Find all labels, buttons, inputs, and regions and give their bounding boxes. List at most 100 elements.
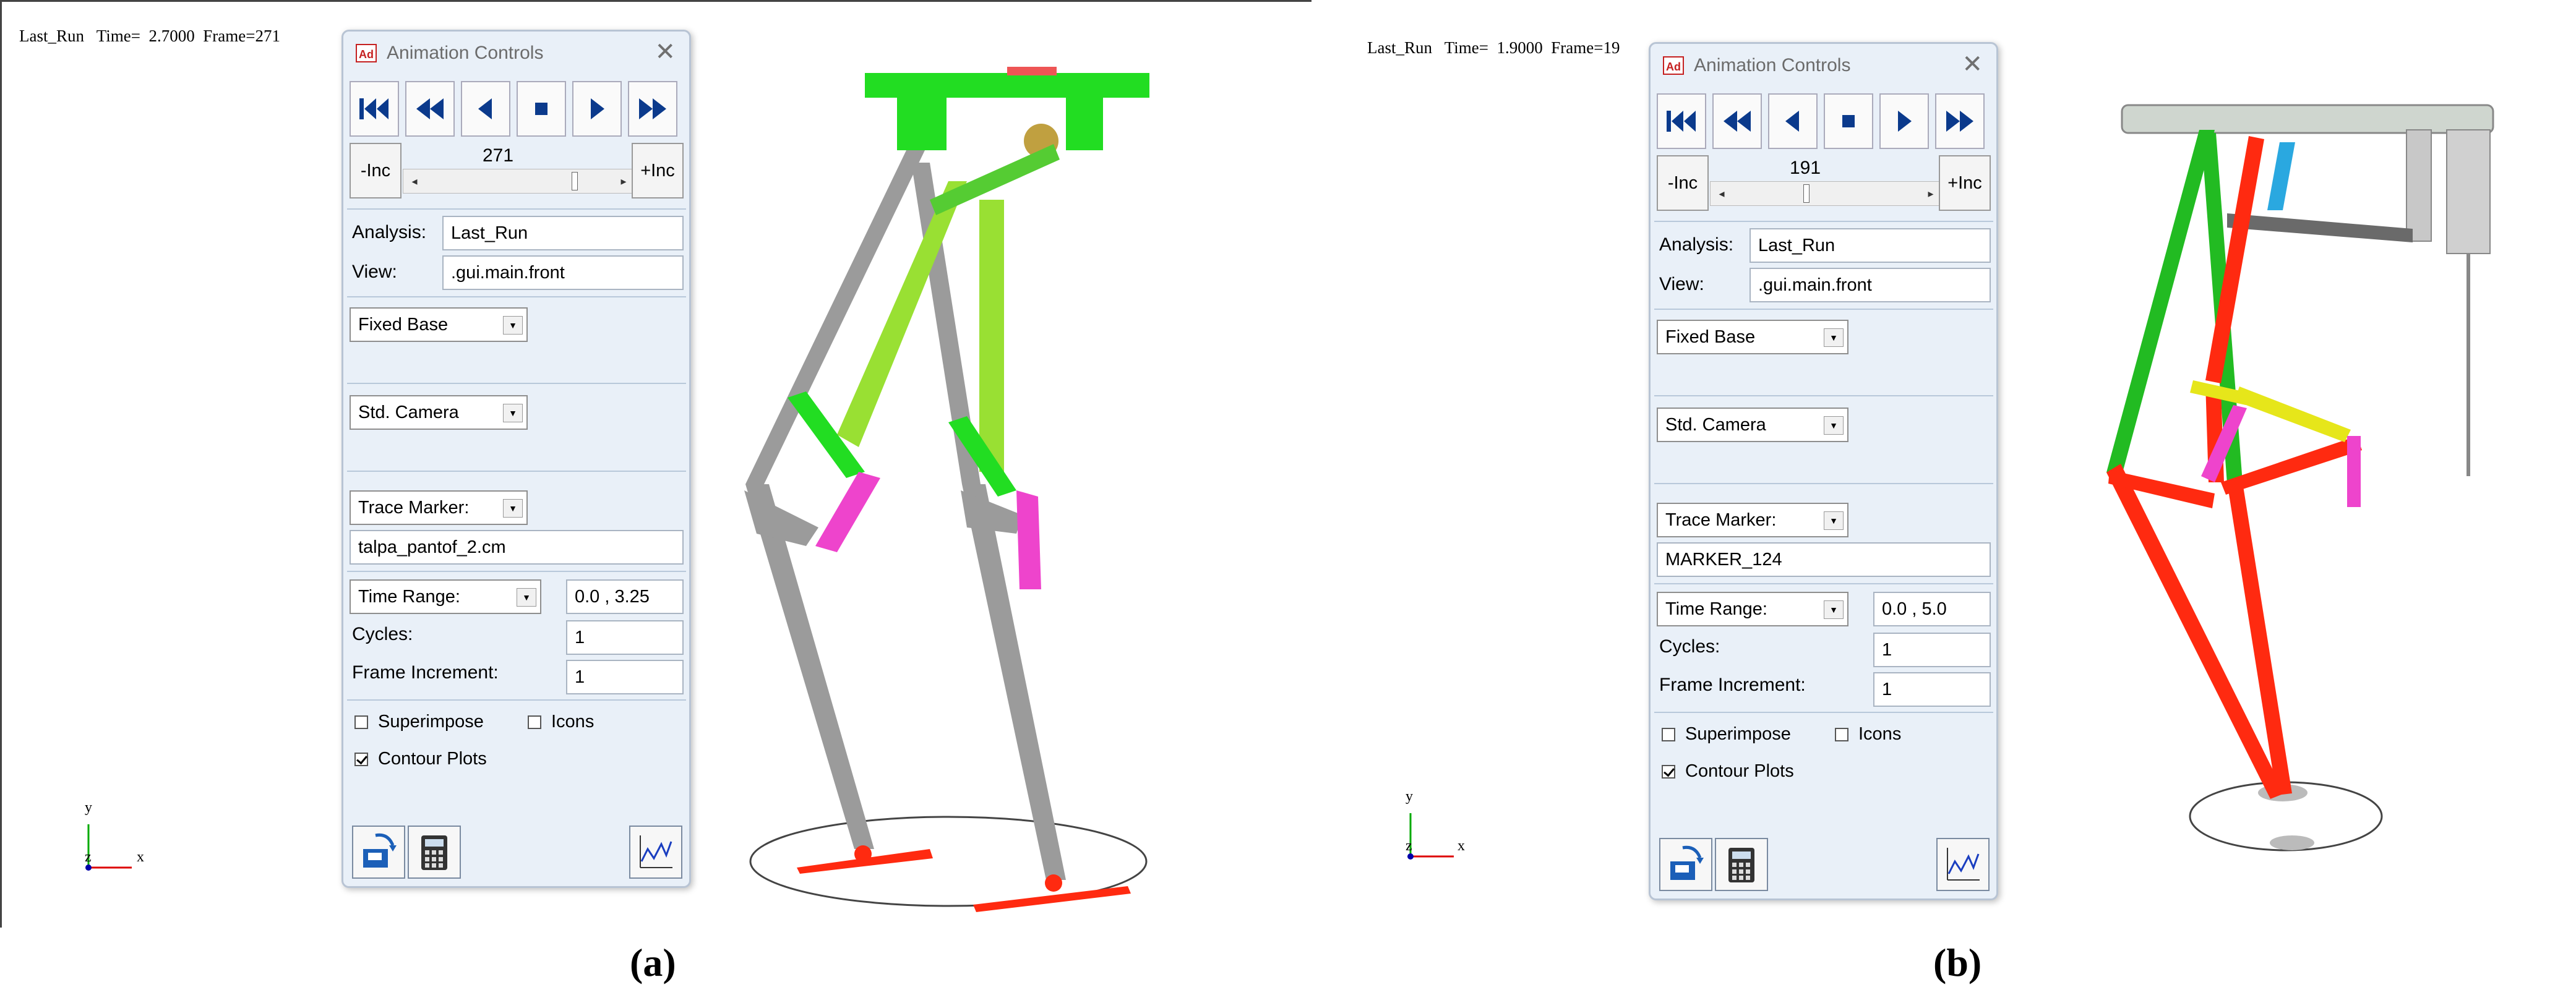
checkbox-box[interactable]: [1662, 765, 1675, 779]
fast-forward-button[interactable]: [1935, 93, 1985, 149]
checkbox-box[interactable]: [1835, 728, 1848, 742]
analysis-field[interactable]: Last_Run: [1750, 228, 1991, 263]
fast-forward-icon: [639, 98, 666, 119]
minus-inc-button[interactable]: -Inc: [1657, 155, 1709, 211]
calculator-icon: [421, 835, 447, 870]
axis-y-label: y: [1406, 788, 1413, 805]
frame-slider-row: -Inc 191 ◂ ▸ +Inc: [1657, 155, 1991, 217]
frame-slider[interactable]: ◂ ▸: [403, 169, 635, 194]
camera-select[interactable]: Std. Camera ▼: [350, 395, 528, 430]
title-bar[interactable]: Ad Animation Controls ✕: [1651, 44, 1996, 87]
checkbox-box[interactable]: [528, 715, 541, 730]
superimpose-checkbox[interactable]: Superimpose: [1662, 724, 1791, 745]
link-red-foot-2: [2221, 436, 2362, 495]
axis-triad: [1407, 813, 1454, 860]
icons-checkbox[interactable]: Icons: [528, 712, 594, 732]
save-animation-button[interactable]: [1659, 838, 1712, 891]
plus-inc-button[interactable]: +Inc: [632, 143, 684, 198]
frame-rail: [2121, 104, 2494, 134]
checkbox-box[interactable]: [354, 715, 368, 730]
trace-marker-field[interactable]: talpa_pantof_2.cm: [350, 530, 684, 565]
time-range-select[interactable]: Time Range: ▼: [1657, 592, 1848, 626]
play-forward-button[interactable]: [572, 81, 622, 137]
base-select[interactable]: Fixed Base ▼: [350, 307, 528, 342]
frame-increment-field[interactable]: 1: [1873, 672, 1991, 707]
minus-inc-button[interactable]: -Inc: [350, 143, 401, 198]
calculator-button[interactable]: [1715, 838, 1768, 891]
trace-marker-field[interactable]: MARKER_124: [1657, 542, 1991, 577]
plus-inc-button[interactable]: +Inc: [1939, 155, 1991, 211]
slider-left-arrow[interactable]: ◂: [1711, 182, 1733, 205]
playback-toolbar: [1657, 93, 1991, 155]
chevron-down-icon: ▼: [503, 499, 523, 518]
stop-button[interactable]: [1824, 93, 1873, 149]
frame-post-2: [2446, 129, 2491, 254]
slider-thumb[interactable]: [1803, 184, 1810, 203]
subfigure-caption-b: (b): [1933, 940, 1981, 986]
cycles-field[interactable]: 1: [566, 620, 684, 655]
play-reverse-button[interactable]: [461, 81, 510, 137]
contour-plots-checkbox[interactable]: Contour Plots: [1662, 761, 1794, 782]
frame-increment-field[interactable]: 1: [566, 660, 684, 694]
close-icon[interactable]: ✕: [1962, 50, 1983, 79]
stop-button[interactable]: [517, 81, 566, 137]
view-label: View:: [1659, 274, 1704, 294]
divider: [347, 471, 686, 472]
dialog-title: Animation Controls: [387, 43, 544, 63]
chevron-down-icon: ▼: [503, 316, 523, 335]
time-range-field[interactable]: 0.0 , 3.25: [566, 579, 684, 614]
trace-marker-select-value: Trace Marker:: [1665, 510, 1777, 530]
axis-x-label: x: [137, 849, 144, 865]
frame-increment-label: Frame Increment:: [1659, 675, 1806, 695]
calculator-button[interactable]: [408, 826, 461, 879]
camera-select[interactable]: Std. Camera ▼: [1657, 408, 1848, 442]
ankle-left: [854, 845, 872, 863]
checkbox-box[interactable]: [354, 753, 368, 767]
base-select[interactable]: Fixed Base ▼: [1657, 320, 1848, 354]
checkbox-box[interactable]: [1662, 728, 1675, 742]
save-animation-button[interactable]: [352, 826, 405, 879]
play-forward-button[interactable]: [1879, 93, 1929, 149]
plot-icon: [640, 835, 672, 868]
analysis-field[interactable]: Last_Run: [442, 216, 684, 250]
trace-marker-select[interactable]: Trace Marker: ▼: [1657, 503, 1848, 537]
cycles-field[interactable]: 1: [1873, 633, 1991, 667]
superimpose-checkbox[interactable]: Superimpose: [354, 712, 484, 732]
divider: [347, 571, 686, 572]
time-range-field[interactable]: 0.0 , 5.0: [1873, 592, 1991, 626]
frame-post-1: [2406, 129, 2432, 242]
title-bar[interactable]: Ad Animation Controls ✕: [343, 32, 689, 75]
view-label: View:: [352, 262, 397, 282]
rewind-button[interactable]: [1712, 93, 1762, 149]
axis-triad: [85, 824, 132, 871]
trace-marker-select-value: Trace Marker:: [358, 498, 470, 518]
plot-button[interactable]: [629, 826, 682, 879]
skip-to-start-button[interactable]: [1657, 93, 1706, 149]
frame-slider[interactable]: ◂ ▸: [1710, 181, 1943, 206]
view-field[interactable]: .gui.main.front: [442, 255, 684, 290]
slider-left-arrow[interactable]: ◂: [403, 169, 426, 193]
contour-plots-checkbox[interactable]: Contour Plots: [354, 749, 487, 769]
play-reverse-icon: [1785, 111, 1799, 132]
animation-controls-dialog: Ad Animation Controls ✕ -Inc 191 ◂ ▸ +In…: [1649, 42, 1998, 900]
plot-button[interactable]: [1936, 838, 1990, 891]
time-range-select[interactable]: Time Range: ▼: [350, 579, 541, 614]
frame-left-post: [897, 88, 947, 150]
play-reverse-button[interactable]: [1768, 93, 1818, 149]
rewind-icon: [416, 98, 444, 119]
trace-marker-select[interactable]: Trace Marker: ▼: [350, 490, 528, 525]
link-dark-crank: [2227, 213, 2413, 242]
chevron-down-icon: ▼: [517, 588, 536, 607]
view-field[interactable]: .gui.main.front: [1750, 268, 1991, 302]
skip-to-start-button[interactable]: [350, 81, 399, 137]
play-forward-icon: [591, 98, 604, 119]
icons-checkbox[interactable]: Icons: [1835, 724, 1901, 745]
slider-thumb[interactable]: [572, 172, 578, 190]
axis-z-label: z: [85, 849, 92, 865]
link-lime-right: [979, 200, 1004, 472]
divider: [347, 296, 686, 297]
rewind-button[interactable]: [405, 81, 455, 137]
close-icon[interactable]: ✕: [655, 38, 676, 66]
analysis-label: Analysis:: [1659, 234, 1734, 255]
fast-forward-button[interactable]: [628, 81, 677, 137]
